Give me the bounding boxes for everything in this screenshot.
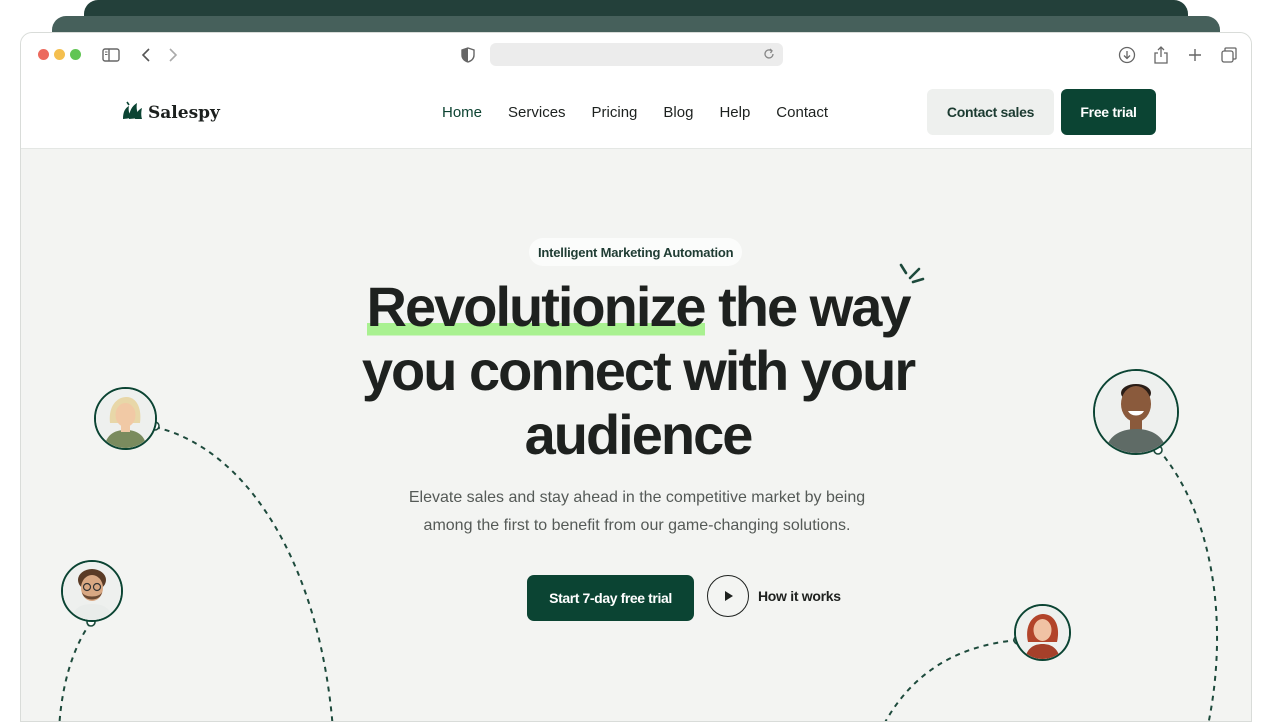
avatar-woman-redhead: [1014, 604, 1071, 661]
site-header: Salespy Home Services Pricing Blog Help …: [21, 76, 1251, 149]
headline-highlight: Revolutionize: [366, 275, 707, 338]
nav-link-pricing[interactable]: Pricing: [592, 104, 638, 121]
play-icon[interactable]: [707, 575, 749, 617]
nav-link-home[interactable]: Home: [442, 104, 482, 121]
forward-icon[interactable]: [163, 45, 183, 65]
close-window-button[interactable]: [38, 49, 49, 60]
brand-logo[interactable]: Salespy: [121, 100, 220, 125]
new-tab-icon[interactable]: [1185, 45, 1205, 65]
start-trial-button[interactable]: Start 7-day free trial: [527, 575, 694, 621]
brand-name: Salespy: [148, 102, 220, 123]
avatar-man-smiling: [1093, 369, 1179, 455]
back-icon[interactable]: [136, 45, 156, 65]
zoom-window-button[interactable]: [70, 49, 81, 60]
address-bar[interactable]: [490, 43, 783, 66]
share-icon[interactable]: [1151, 45, 1171, 65]
how-it-works-link[interactable]: How it works: [707, 575, 841, 617]
download-icon[interactable]: [1117, 45, 1137, 65]
how-it-works-label: How it works: [758, 588, 841, 604]
browser-window: Salespy Home Services Pricing Blog Help …: [20, 32, 1252, 722]
hero-tag: Intelligent Marketing Automation: [529, 238, 743, 266]
hero-section: Intelligent Marketing Automation Revolut…: [21, 150, 1251, 721]
nav-link-contact[interactable]: Contact: [776, 104, 828, 121]
avatar-man-glasses: [61, 560, 123, 622]
avatar-woman-blonde: [94, 387, 157, 450]
sidebar-icon[interactable]: [101, 45, 121, 65]
main-nav: Home Services Pricing Blog Help Contact: [442, 104, 854, 121]
leaf-logo-icon: [121, 100, 143, 125]
browser-toolbar: [21, 33, 1251, 76]
tabs-overview-icon[interactable]: [1219, 45, 1239, 65]
nav-link-blog[interactable]: Blog: [663, 104, 693, 121]
nav-link-help[interactable]: Help: [719, 104, 750, 121]
headline-part-2: you connect with your: [361, 339, 916, 402]
hero-subtitle: Elevate sales and stay ahead in the comp…: [408, 489, 866, 534]
nav-link-services[interactable]: Services: [508, 104, 566, 121]
headline-part-3: audience: [524, 403, 754, 466]
headline-part-1: the way: [704, 275, 911, 338]
shield-icon[interactable]: [458, 45, 478, 65]
free-trial-button[interactable]: Free trial: [1061, 89, 1156, 135]
minimize-window-button[interactable]: [54, 49, 65, 60]
reload-icon[interactable]: [761, 46, 777, 62]
hero-headline: Revolutionize the way you connect with y…: [341, 275, 935, 467]
contact-sales-button[interactable]: Contact sales: [927, 89, 1054, 135]
